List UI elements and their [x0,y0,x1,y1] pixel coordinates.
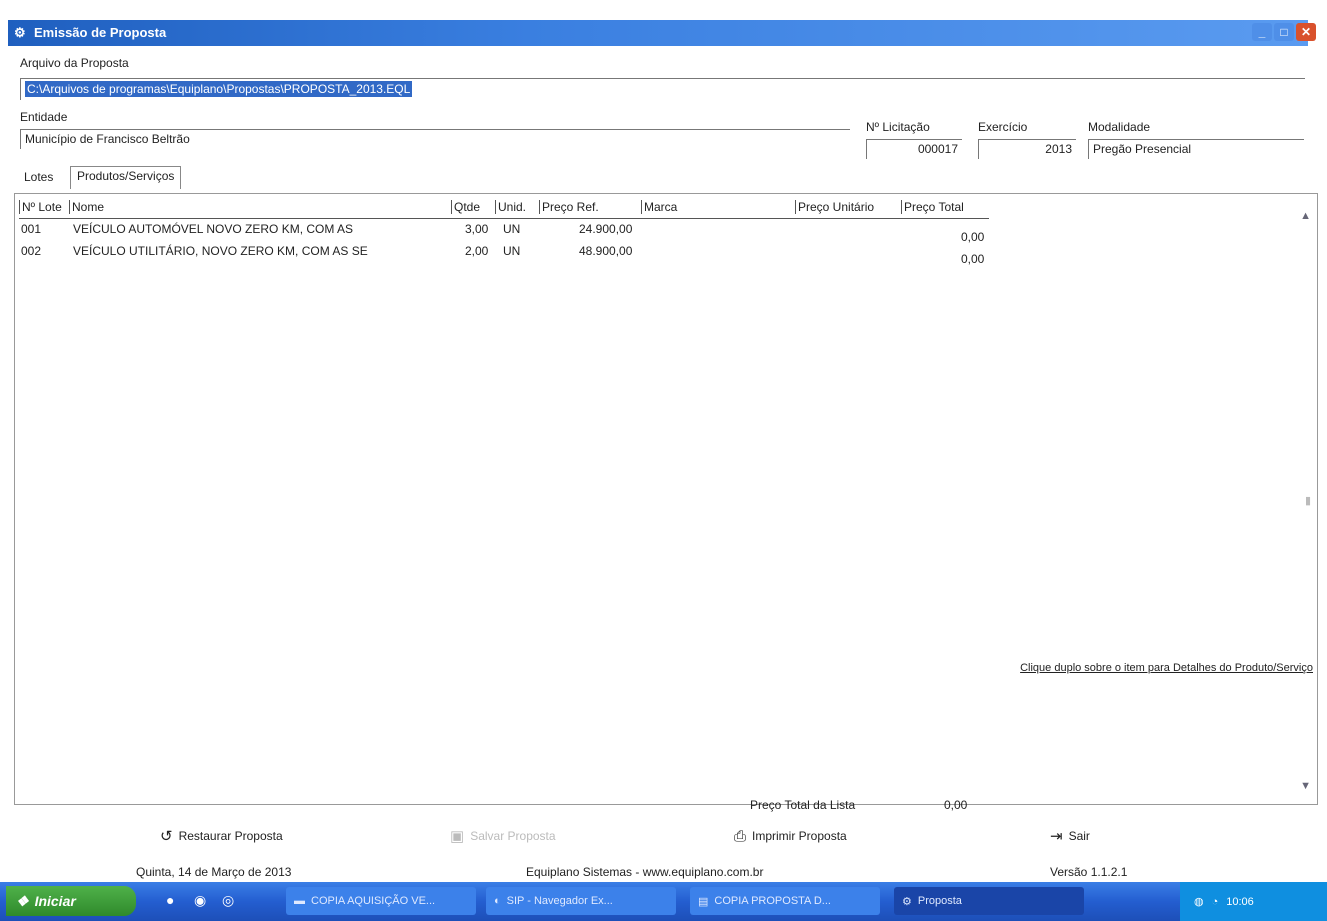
col-header-lote[interactable]: Nº Lote [19,200,62,214]
window-title: Emissão de Proposta [34,25,167,40]
app-icon: ⚙ [902,895,912,908]
exit-button[interactable]: ⇥ Sair [1040,822,1170,850]
cell-preco-total: 0,00 [961,230,985,244]
outlook-quicklaunch-icon[interactable]: ◉ [194,892,206,909]
cell-nome: VEÍCULO UTILITÁRIO, NOVO ZERO KM, COM AS… [73,244,368,258]
entity-field[interactable]: Município de Francisco Beltrão [20,129,850,149]
cell-preco-ref: 48.900,00 [579,244,633,258]
col-header-unid[interactable]: Unid. [495,200,526,214]
restore-button[interactable]: ↺ Restaurar Proposta [150,822,340,850]
col-header-nome[interactable]: Nome [69,200,104,214]
cell-preco-ref: 24.900,00 [579,222,633,236]
exercicio-field[interactable]: 2013 [978,139,1076,159]
col-header-preco-total[interactable]: Preço Total [901,200,964,214]
taskbar-item-sip[interactable]: ◐ SIP - Navegador Ex... [486,887,676,915]
folder-icon: ▬ [294,895,305,907]
col-header-preco-unitario[interactable]: Preço Unitário [795,200,874,214]
header-divider [19,218,989,219]
modalidade-field[interactable]: Pregão Presencial [1088,139,1304,159]
restore-icon: ↺ [160,828,173,845]
cell-unid: UN [503,222,521,236]
volume-icon[interactable]: ◔ [1212,896,1219,908]
status-version: Versão 1.1.2.1 [1050,865,1128,879]
scroll-down-icon[interactable]: ▼ [1300,780,1311,792]
file-label: Arquivo da Proposta [20,56,129,70]
save-icon: ▣ [450,828,465,845]
licitacao-field[interactable]: 000017 [866,139,962,159]
col-header-preco-ref[interactable]: Preço Ref. [539,200,599,214]
licitacao-label: Nº Licitação [866,120,930,134]
entity-label: Entidade [20,110,68,124]
cell-lote: 002 [21,244,42,258]
status-date: Quinta, 14 de Março de 2013 [136,865,292,879]
print-icon: ⎙ [734,827,747,845]
system-tray: ◍ ◔ 10:06 [1180,882,1327,921]
network-icon[interactable]: ◍ [1194,895,1204,908]
status-company: Equiplano Sistemas - www.equiplano.com.b… [526,865,764,879]
media-quicklaunch-icon[interactable]: ◎ [222,892,234,909]
total-label: Preço Total da Lista [750,798,856,812]
minimize-button[interactable]: _ [1252,23,1272,41]
print-button[interactable]: ⎙ Imprimir Proposta [724,822,904,850]
exit-icon: ⇥ [1050,828,1063,845]
products-grid[interactable]: Nº Lote Nome Qtde Unid. Preço Ref. Marca… [14,193,1318,805]
col-header-qtde[interactable]: Qtde [451,200,480,214]
document-icon: ▤ [698,895,709,908]
modalidade-label: Modalidade [1088,120,1151,134]
cell-lote: 001 [21,222,42,236]
browser-icon: ◐ [494,895,501,907]
taskbar-item-proposta[interactable]: ⚙ Proposta [894,887,1084,915]
close-button[interactable]: ✕ [1296,23,1316,41]
total-value: 0,00 [944,798,968,812]
col-header-marca[interactable]: Marca [641,200,677,214]
save-button[interactable]: ▣ Salvar Proposta [440,822,630,850]
details-hint: Clique duplo sobre o item para Detalhes … [1020,662,1313,674]
cell-nome: VEÍCULO AUTOMÓVEL NOVO ZERO KM, COM AS [73,222,354,236]
app-icon: ⚙ [14,25,26,40]
start-button[interactable]: ❖ Iniciar [6,886,136,916]
clock[interactable]: 10:06 [1226,896,1254,908]
taskbar: ❖ Iniciar ● ◉ ◎ ▬ COPIA AQUISIÇÃO VE... ◐… [0,882,1327,921]
ie-quicklaunch-icon[interactable]: ● [166,892,174,908]
maximize-button[interactable]: □ [1274,23,1294,41]
file-path-field[interactable]: C:\Arquivos de programas\Equiplano\Propo… [20,78,1305,100]
cell-qtde: 3,00 [465,222,489,236]
tab-produtos-servicos[interactable]: Produtos/Serviços [70,166,182,189]
cell-qtde: 2,00 [465,244,489,258]
tab-lotes[interactable]: Lotes [18,168,59,186]
cell-preco-total: 0,00 [961,252,985,266]
cell-unid: UN [503,244,521,258]
taskbar-item-copia-aquisicao[interactable]: ▬ COPIA AQUISIÇÃO VE... [286,887,476,915]
taskbar-item-copia-proposta[interactable]: ▤ COPIA PROPOSTA D... [690,887,880,915]
window-titlebar[interactable]: ⚙ Emissão de Proposta _ □ ✕ [8,20,1316,46]
exercicio-label: Exercício [978,120,1028,134]
file-path-value: C:\Arquivos de programas\Equiplano\Propo… [25,81,413,97]
scroll-up-icon[interactable]: ▲ [1300,210,1311,222]
windows-logo-icon: ❖ [16,892,29,909]
scrollbar-thumb[interactable]: ▮ [1305,494,1311,507]
